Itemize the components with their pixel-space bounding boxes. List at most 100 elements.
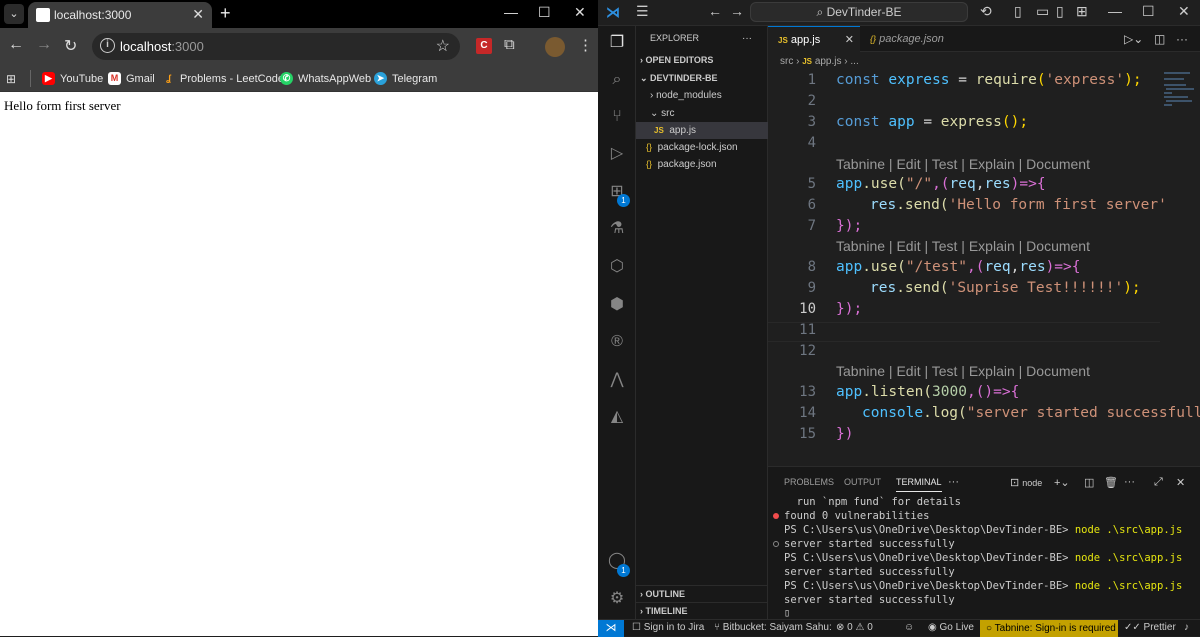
- file-package-json[interactable]: {} package.json: [636, 156, 768, 173]
- copilot-icon[interactable]: ⟲: [980, 3, 992, 20]
- maximize-panel-icon[interactable]: ⤢: [1154, 476, 1163, 489]
- layout-sidebar-icon[interactable]: ▯: [1014, 3, 1022, 20]
- go-live-status[interactable]: ◉ Go Live: [928, 622, 974, 633]
- bookmark-whatsappweb[interactable]: ✆ WhatsAppWeb: [280, 72, 371, 85]
- maximize-icon[interactable]: ☐: [538, 4, 551, 21]
- problems-status[interactable]: ⊗ 0 ⚠ 0: [836, 622, 873, 633]
- panel-more-actions-icon[interactable]: ···: [1124, 476, 1135, 488]
- maximize-icon[interactable]: ☐: [1142, 3, 1155, 20]
- project-section[interactable]: ⌄ DEVTINDER-BE: [636, 70, 768, 87]
- nav-back-icon[interactable]: ←: [708, 3, 722, 19]
- testing-flask-icon[interactable]: ⚗: [607, 219, 627, 239]
- minimize-icon[interactable]: —: [504, 4, 518, 20]
- bookmarks-separator: [30, 70, 31, 87]
- tab-search-icon[interactable]: ⌄: [4, 4, 24, 24]
- layout-panel-icon[interactable]: ▭: [1036, 3, 1049, 20]
- address-bar[interactable]: i localhost:3000 ☆: [92, 33, 460, 60]
- open-editors-section[interactable]: › OPEN EDITORS: [636, 52, 768, 69]
- menu-hamburger-icon[interactable]: ☰: [636, 3, 649, 20]
- bookmark-youtube[interactable]: ▶ YouTube: [42, 72, 103, 85]
- tabnine-status[interactable]: ○ Tabnine: Sign-in is required: [980, 620, 1118, 637]
- remote-indicator-icon[interactable]: ⋊: [598, 620, 624, 637]
- reload-icon[interactable]: ↻: [64, 36, 77, 56]
- close-panel-icon[interactable]: ✕: [1176, 476, 1185, 489]
- settings-gear-icon[interactable]: ⚙: [607, 589, 627, 609]
- outline-section[interactable]: › OUTLINE: [636, 585, 768, 602]
- copilot-status-icon[interactable]: ☺: [904, 622, 914, 633]
- browser-tab[interactable]: localhost:3000 ✕: [28, 2, 212, 28]
- layout-secondary-icon[interactable]: ▯: [1056, 3, 1064, 20]
- explorer-icon[interactable]: ❐: [607, 33, 627, 53]
- apps-grid-icon[interactable]: ⊞: [6, 72, 19, 86]
- new-tab-icon[interactable]: +: [220, 3, 231, 24]
- close-tab-icon[interactable]: ✕: [845, 27, 854, 53]
- line-number: 7: [807, 218, 816, 234]
- breadcrumb-folder[interactable]: src: [780, 56, 793, 67]
- panel-tab-problems[interactable]: PROBLEMS: [784, 477, 834, 487]
- file-package-lock-json[interactable]: {} package-lock.json: [636, 139, 768, 156]
- breadcrumb-file[interactable]: app.js: [815, 56, 842, 67]
- panel-more-icon[interactable]: ···: [948, 476, 959, 488]
- jira-status[interactable]: ☐ Sign in to Jira: [632, 622, 704, 633]
- bookmark-leetcode[interactable]: ʆ Problems - LeetCode: [162, 72, 284, 85]
- run-file-icon[interactable]: ▷⌄: [1124, 32, 1143, 46]
- tabnine-code-lens[interactable]: Tabnine | Edit | Test | Explain | Docume…: [836, 361, 1090, 381]
- search-icon[interactable]: ⌕: [607, 70, 627, 90]
- split-terminal-icon[interactable]: ◫: [1084, 476, 1094, 489]
- source-control-icon[interactable]: ⑂: [607, 107, 627, 127]
- bookmark-star-icon[interactable]: ☆: [436, 36, 450, 56]
- timeline-section[interactable]: › TIMELINE: [636, 602, 768, 619]
- timeline-label: TIMELINE: [645, 606, 688, 616]
- extensions-puzzle-icon[interactable]: ⧉: [504, 36, 515, 53]
- tabnine-code-lens[interactable]: Tabnine | Edit | Test | Explain | Docume…: [836, 236, 1090, 256]
- forward-arrow-icon[interactable]: →: [36, 36, 52, 54]
- line-number: 8: [807, 259, 816, 275]
- new-terminal-icon[interactable]: +⌄: [1054, 476, 1070, 489]
- json-file-icon: {}: [870, 34, 877, 44]
- close-window-icon[interactable]: ✕: [574, 4, 586, 21]
- containers-icon[interactable]: ⬢: [607, 295, 627, 315]
- customize-layout-icon[interactable]: ⊞: [1076, 3, 1088, 20]
- panel-tab-terminal[interactable]: TERMINAL: [896, 477, 942, 492]
- remote-explorer-icon[interactable]: ⬡: [607, 257, 627, 277]
- code-line-9: 9 res.send('Suprise Test!!!!!!');: [768, 278, 1160, 298]
- terminal-cursor[interactable]: ▯: [784, 607, 790, 619]
- folder-src[interactable]: ⌄ src: [636, 105, 768, 122]
- code-line-10: 10});: [768, 299, 1160, 319]
- folder-node-modules[interactable]: › node_modules: [636, 87, 768, 104]
- bookmark-gmail[interactable]: M Gmail: [108, 72, 155, 85]
- minimap[interactable]: [1160, 70, 1200, 150]
- r-language-icon[interactable]: ®: [607, 332, 627, 352]
- nav-forward-icon[interactable]: →: [730, 3, 744, 19]
- tabnine-code-lens[interactable]: Tabnine | Edit | Test | Explain | Docume…: [836, 154, 1090, 174]
- menu-kebab-icon[interactable]: ⋮: [578, 36, 593, 54]
- bookmark-telegram[interactable]: ➤ Telegram: [374, 72, 437, 85]
- close-window-icon[interactable]: ✕: [1178, 3, 1190, 20]
- tab-app-js[interactable]: JS app.js ✕: [768, 26, 860, 52]
- profile-avatar[interactable]: [545, 37, 565, 57]
- bitbucket-status[interactable]: ⑂ Bitbucket: Saiyam Sahu:: [714, 622, 832, 633]
- split-editor-icon[interactable]: ◫: [1154, 32, 1165, 46]
- site-info-icon[interactable]: i: [100, 38, 115, 53]
- json-file-icon: {}: [646, 142, 653, 152]
- extension-icon[interactable]: C: [476, 38, 492, 54]
- code-line-5: 5 app.use("/",(req,res)=>{: [768, 174, 1160, 194]
- more-actions-icon[interactable]: ···: [1176, 32, 1188, 46]
- back-arrow-icon[interactable]: ←: [8, 36, 24, 54]
- breadcrumb-symbol[interactable]: ...: [850, 56, 858, 67]
- prettier-status[interactable]: ✓✓ Prettier: [1124, 622, 1176, 633]
- atlassian-icon[interactable]: ⋀: [607, 370, 627, 390]
- minimize-icon[interactable]: —: [1108, 3, 1122, 19]
- panel-tab-output[interactable]: OUTPUT: [844, 477, 881, 487]
- code-editor[interactable]: 1 const express = require('express'); 2 3…: [768, 70, 1200, 466]
- close-tab-icon[interactable]: ✕: [192, 6, 204, 23]
- trash-icon[interactable]: 🗑: [1104, 476, 1118, 489]
- command-center-search[interactable]: ⌕ DevTinder-BE: [750, 2, 968, 22]
- code-text: });: [836, 218, 863, 234]
- notifications-bell-icon[interactable]: ♪: [1184, 622, 1189, 633]
- tab-package-json[interactable]: {} package.json: [860, 26, 970, 52]
- explorer-more-icon[interactable]: ···: [742, 30, 762, 47]
- file-app-js[interactable]: JS app.js: [636, 122, 768, 139]
- prisma-icon[interactable]: ◭: [607, 407, 627, 427]
- run-debug-icon[interactable]: ▷: [607, 144, 627, 164]
